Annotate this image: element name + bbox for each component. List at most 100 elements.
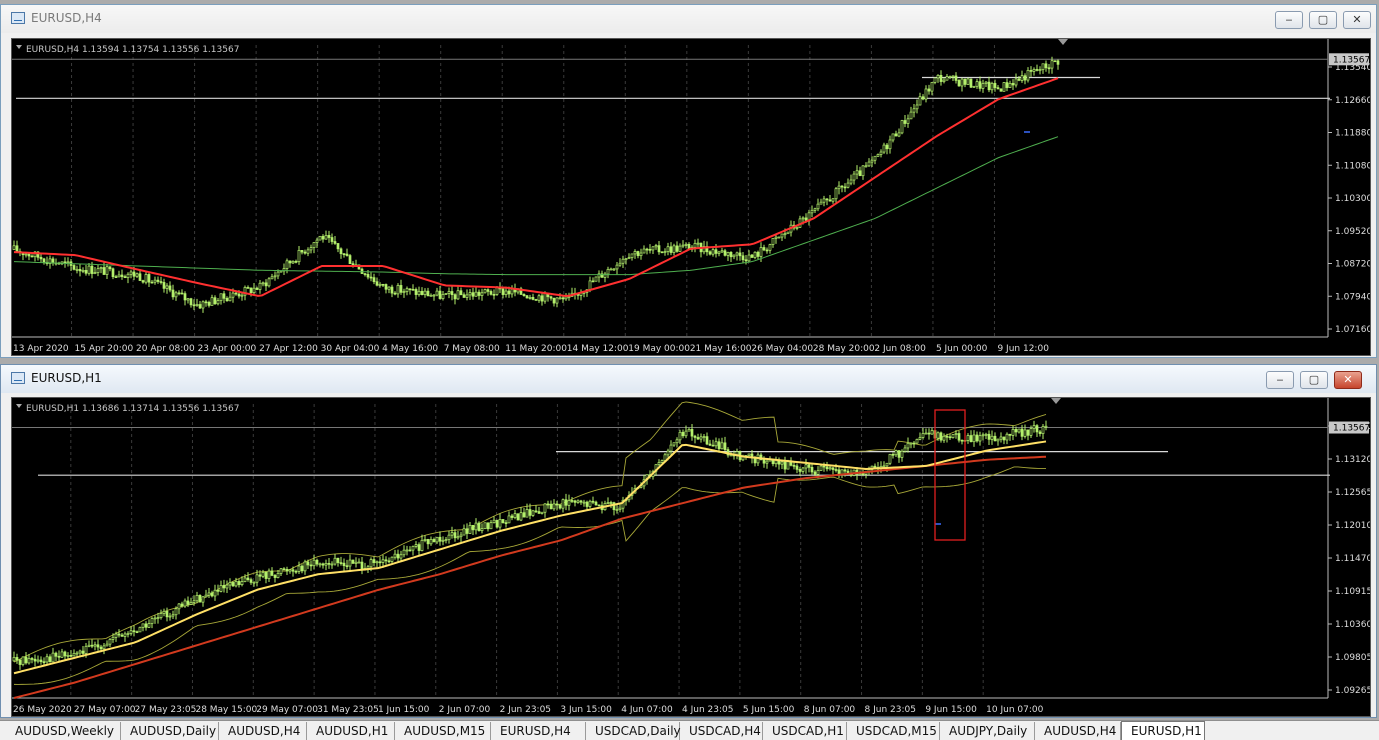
minimize-button[interactable]: ‒ [1266,371,1294,389]
candle-body [555,297,559,304]
candle-body [393,553,397,558]
candle-body [123,633,127,637]
candle-body [186,298,190,301]
candle-body [24,656,28,664]
candle-body [591,280,595,283]
tab-usdcad-m15[interactable]: USDCAD,M15 [847,722,940,740]
chart-canvas[interactable]: 1.136801.131201.125651.120101.114701.109… [12,398,1372,716]
window-titlebar[interactable]: EURUSD,H4 ‒ ▢ ✕ [1,5,1376,33]
candle-body [882,144,886,153]
price-chart[interactable]: 1.13540 1.12660 1.11880 1.11080 1.10300 1.095… [11,38,1372,356]
candle-body [300,250,304,253]
time-label: 26 May 2020 [13,705,72,715]
candle-body [696,437,700,440]
maximize-button[interactable]: ▢ [1300,371,1328,389]
candle-body [114,276,118,278]
candle-body [993,435,997,442]
window-titlebar[interactable]: EURUSD,H1 ‒ ▢ ✕ [1,365,1376,393]
candle-body [654,245,658,248]
candle-body [666,450,670,456]
candle-body [252,287,256,294]
candle-body [321,235,325,240]
tab-audusd-h4[interactable]: AUDUSD,H4 [1035,722,1121,740]
candle-body [1056,60,1060,65]
candle-body [519,512,523,521]
candle-body [852,173,856,181]
candle-body [192,600,196,603]
candle-body [54,652,58,657]
price-label: 1.10360 [1335,620,1370,630]
candle-body [504,290,508,295]
candle-body [927,432,931,435]
tab-audusd-m15[interactable]: AUDUSD,M15 [395,722,491,740]
candle-body [360,561,364,570]
candle-body [39,659,43,663]
candle-body [63,261,67,264]
minimize-button[interactable]: ‒ [1275,11,1303,29]
tab-audusd-weekly[interactable]: AUDUSD,Weekly [6,722,121,740]
tab-usdcad-h4[interactable]: USDCAD,H4 [680,722,763,740]
candle-body [93,644,97,647]
candle-body [810,209,814,214]
candle-body [390,286,394,294]
candle-body [441,539,445,542]
tab-audusd-daily[interactable]: AUDUSD,Daily [121,722,219,740]
candle-body [150,281,154,284]
candle-body [45,656,49,663]
chart-canvas[interactable]: 1.135401.126601.118801.110801.103001.095… [12,39,1372,355]
candle-body [861,165,865,177]
candle-body [570,500,574,502]
candle-body [15,245,19,252]
candle-body [948,436,952,439]
candle-body [36,659,40,662]
candle-body [474,291,478,297]
tab-usdcad-h1[interactable]: USDCAD,H1 [763,722,847,740]
candle-body [345,565,349,568]
candle-body [801,467,805,472]
price-label: 1.11470 [1335,554,1370,564]
candle-body [711,444,715,447]
candle-body [288,569,292,572]
tab-eurusd-h1[interactable]: EURUSD,H1 [1121,721,1205,740]
candle-body [237,293,241,297]
candle-body [744,259,748,262]
candle-body [501,288,505,295]
price-chart[interactable]: 1.136801.131201.125651.120101.114701.109… [11,397,1372,717]
candle-body [567,500,571,506]
candle-body [165,285,169,289]
candle-body [210,297,214,306]
time-label: 2 Jun 07:00 [439,705,491,715]
candle-body [489,522,493,530]
maximize-button[interactable]: ▢ [1309,11,1337,29]
candle-body [435,536,439,543]
candle-body [930,430,934,435]
candle-body [90,644,94,647]
chart-window-eurusd-h4[interactable]: EURUSD,H4 ‒ ▢ ✕ 1.13540 1.12660 1.11880 1.1… [0,4,1377,358]
candle-body [561,499,565,509]
candle-body [336,557,340,563]
close-button[interactable]: ✕ [1343,11,1371,29]
candle-body [828,467,832,470]
candle-body [66,655,70,657]
candle-body [543,292,547,302]
candle-body [945,76,949,81]
chart-window-eurusd-h1[interactable]: EURUSD,H1 ‒ ▢ ✕ 1.136801.131201.125651.1… [0,364,1377,718]
candle-body [264,571,268,579]
candle-body [516,513,520,521]
time-label: 3 Jun 15:00 [560,705,612,715]
moving-average-slow [13,136,1059,276]
tab-audjpy-daily[interactable]: AUDJPY,Daily [940,722,1035,740]
candle-body [384,559,388,562]
candle-body [273,575,277,578]
close-button[interactable]: ✕ [1334,371,1362,389]
candle-body [117,274,121,278]
tab-usdcad-daily[interactable]: USDCAD,Daily [586,722,681,740]
candle-body [759,247,763,257]
tab-audusd-h1[interactable]: AUDUSD,H1 [307,722,395,740]
candle-body [414,544,418,547]
candle-body [981,434,985,437]
candle-body [402,291,406,293]
time-label: 23 Apr 00:00 [198,344,257,354]
tab-audusd-h4[interactable]: AUDUSD,H4 [219,722,307,740]
tab-eurusd-h4[interactable]: EURUSD,H4 [491,722,586,740]
